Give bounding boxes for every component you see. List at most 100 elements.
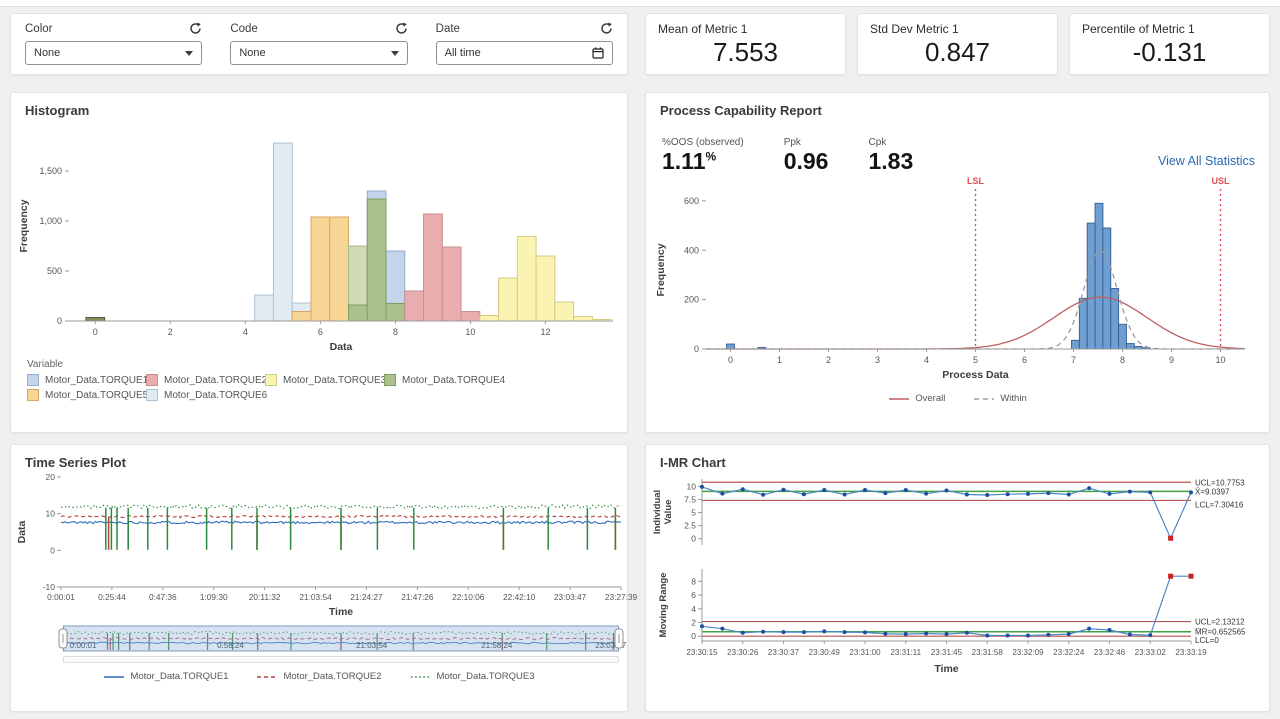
legend-label: Motor_Data.TORQUE2 <box>164 375 267 386</box>
code-filter-select[interactable]: None <box>230 41 407 65</box>
svg-text:23:30:26: 23:30:26 <box>727 648 759 657</box>
refresh-icon[interactable] <box>600 22 613 35</box>
chevron-down-icon <box>185 51 193 56</box>
svg-text:3: 3 <box>875 355 880 365</box>
legend-swatch <box>146 374 158 386</box>
legend-item: Motor_Data.TORQUE3 <box>410 671 535 682</box>
legend-swatch <box>146 389 158 401</box>
svg-text:10: 10 <box>687 481 697 491</box>
svg-text:0:00:01: 0:00:01 <box>47 592 75 602</box>
svg-text:23:32:09: 23:32:09 <box>1012 648 1044 657</box>
svg-text:22:42:10: 22:42:10 <box>503 592 536 602</box>
panel-title: Histogram <box>11 93 627 120</box>
svg-text:2.5: 2.5 <box>684 521 696 531</box>
time-series-plot: -10010200:00:010:25:440:47:361:09:3020:1… <box>11 469 629 621</box>
capability-stats: %OOS (observed) 1.11% Ppk 0.96 Cpk 1.83 … <box>646 119 1271 173</box>
legend-label: Motor_Data.TORQUE1 <box>45 375 148 386</box>
legend-title: Variable <box>27 359 617 370</box>
legend-item: Motor_Data.TORQUE3 <box>265 374 384 386</box>
svg-text:Value: Value <box>663 500 674 525</box>
svg-text:Process Data: Process Data <box>942 369 1009 381</box>
svg-text:0:58:24: 0:58:24 <box>217 641 244 650</box>
svg-text:2: 2 <box>168 327 173 337</box>
svg-text:21:47:26: 21:47:26 <box>401 592 434 602</box>
svg-text:23:32:24: 23:32:24 <box>1053 648 1085 657</box>
brush-handle-left[interactable] <box>59 629 67 648</box>
color-filter-select[interactable]: None <box>25 41 202 65</box>
svg-text:23:27:39: 23:27:39 <box>605 592 638 602</box>
svg-text:600: 600 <box>684 196 699 206</box>
legend-item: Motor_Data.TORQUE4 <box>384 374 503 386</box>
svg-text:6: 6 <box>691 590 696 600</box>
svg-text:23:30:37: 23:30:37 <box>768 648 800 657</box>
refresh-icon[interactable] <box>189 22 202 35</box>
metric-value: 0.847 <box>858 37 1057 68</box>
svg-text:10: 10 <box>465 327 475 337</box>
svg-text:Time: Time <box>329 606 353 618</box>
date-filter-input[interactable]: All time <box>436 41 613 65</box>
svg-text:LSL: LSL <box>967 176 985 186</box>
svg-text:1:09:30: 1:09:30 <box>200 592 228 602</box>
chevron-down-icon <box>391 51 399 56</box>
svg-text:400: 400 <box>684 245 699 255</box>
refresh-icon[interactable] <box>395 22 408 35</box>
panel-title: Process Capability Report <box>646 93 1269 120</box>
capability-chart: LSLUSL0123456789100200400600Process Data… <box>646 175 1271 385</box>
filter-group-code: Code None <box>216 14 421 74</box>
svg-text:0: 0 <box>728 355 733 365</box>
svg-text:21:24:27: 21:24:27 <box>350 592 383 602</box>
histogram-chart: 02468101205001,0001,500DataFrequency <box>11 121 629 355</box>
svg-text:22:10:06: 22:10:06 <box>452 592 485 602</box>
metric-card-mean: Mean of Metric 1 7.553 <box>645 13 846 75</box>
legend-label: Motor_Data.TORQUE6 <box>164 390 267 401</box>
brush-handle-right[interactable] <box>615 629 623 648</box>
view-all-statistics-link[interactable]: View All Statistics <box>1158 154 1255 173</box>
filter-group-color: Color None <box>11 14 216 74</box>
svg-text:0: 0 <box>694 344 699 354</box>
svg-text:4: 4 <box>691 604 696 614</box>
svg-text:0: 0 <box>93 327 98 337</box>
svg-text:8: 8 <box>393 327 398 337</box>
svg-text:200: 200 <box>684 295 699 305</box>
brush-preview: 0:00:010:58:2421:03:5421:58:2423:03:47 <box>63 625 619 655</box>
svg-text:0:47:36: 0:47:36 <box>149 592 177 602</box>
legend-swatch <box>265 374 277 386</box>
svg-text:UCL=10.7753: UCL=10.7753 <box>1195 478 1245 487</box>
svg-text:10: 10 <box>1215 355 1225 365</box>
svg-text:9: 9 <box>1169 355 1174 365</box>
svg-text:UCL=2.13212: UCL=2.13212 <box>1195 618 1245 627</box>
metric-card-stddev: Std Dev Metric 1 0.847 <box>857 13 1058 75</box>
histogram-panel: Histogram 02468101205001,0001,500DataFre… <box>10 92 628 433</box>
legend-label: Motor_Data.TORQUE4 <box>402 375 505 386</box>
svg-text:5: 5 <box>691 508 696 518</box>
svg-text:Data: Data <box>330 341 353 353</box>
svg-text:23:31:11: 23:31:11 <box>890 648 921 657</box>
svg-text:LCL=7.30416: LCL=7.30416 <box>1195 500 1244 509</box>
svg-text:20: 20 <box>46 472 56 482</box>
metric-title: Std Dev Metric 1 <box>858 14 1057 36</box>
metric-card-percentile: Percentile of Metric 1 -0.131 <box>1069 13 1270 75</box>
legend-item: Motor_Data.TORQUE1 <box>103 671 228 682</box>
svg-text:0: 0 <box>50 545 55 555</box>
metric-value: 7.553 <box>646 37 845 68</box>
legend-item: Motor_Data.TORQUE6 <box>146 389 265 401</box>
svg-text:23:33:19: 23:33:19 <box>1175 648 1207 657</box>
date-filter-value: All time <box>445 47 481 59</box>
svg-text:0:00:01: 0:00:01 <box>70 641 97 650</box>
svg-text:Data: Data <box>16 520 28 543</box>
brush-scroll-track[interactable] <box>63 656 619 663</box>
color-filter-value: None <box>34 47 60 59</box>
stat-oos: %OOS (observed) 1.11% <box>662 137 744 173</box>
legend-item: Motor_Data.TORQUE2 <box>256 671 381 682</box>
legend-item: Motor_Data.TORQUE1 <box>27 374 146 386</box>
filter-bar: Color None Code None Date <box>10 13 628 75</box>
legend-item: Motor_Data.TORQUE2 <box>146 374 265 386</box>
svg-text:4: 4 <box>924 355 929 365</box>
svg-text:4: 4 <box>243 327 248 337</box>
top-strip <box>0 0 1280 7</box>
time-range-brush[interactable]: 0:00:010:58:2421:03:5421:58:2423:03:47 <box>63 625 619 655</box>
legend-item: Within <box>973 393 1026 404</box>
process-capability-panel: Process Capability Report %OOS (observed… <box>645 92 1270 433</box>
svg-text:20:11:32: 20:11:32 <box>249 592 281 602</box>
stat-cpk: Cpk 1.83 <box>868 137 913 173</box>
